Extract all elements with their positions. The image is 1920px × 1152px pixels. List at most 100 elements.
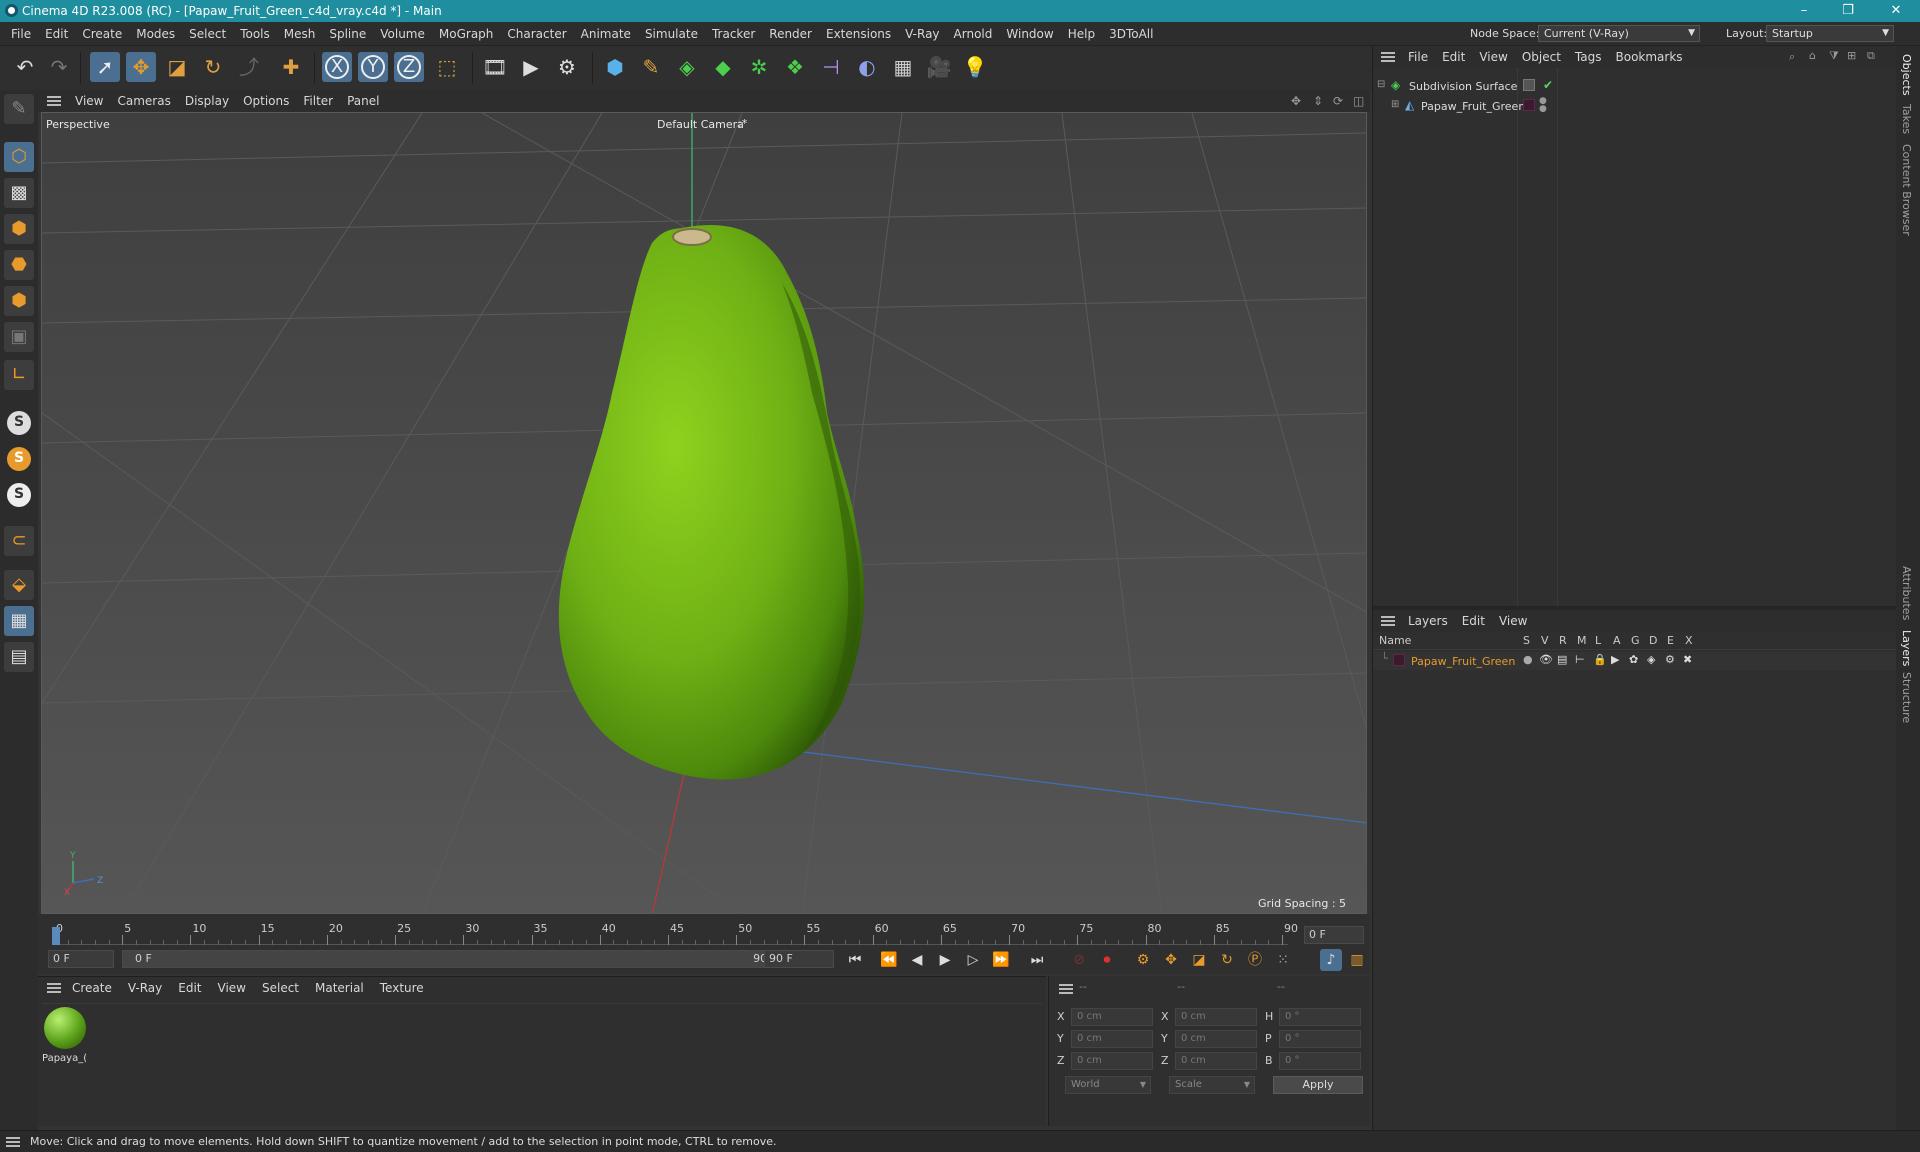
magnet-icon[interactable]: ⊂: [4, 526, 34, 556]
tab-structure[interactable]: Structure: [1900, 672, 1913, 723]
hamburger-icon[interactable]: [1381, 52, 1395, 62]
viewport-camera-name[interactable]: Default Camera: [657, 118, 744, 131]
add-icon[interactable]: ✚: [276, 52, 306, 82]
viewport-menu-filter[interactable]: Filter: [296, 90, 340, 112]
material-menu-edit[interactable]: Edit: [170, 977, 209, 999]
menu-arnold[interactable]: Arnold: [947, 22, 1000, 46]
menu-file[interactable]: File: [4, 22, 38, 46]
tree-icon[interactable]: ⊞: [1847, 49, 1856, 62]
edges-mode-icon[interactable]: ⬣: [4, 250, 34, 280]
layers-menu-view[interactable]: View: [1492, 610, 1534, 632]
redo-icon[interactable]: ↷: [44, 52, 74, 82]
lock-icon[interactable]: 🔒: [1593, 653, 1607, 666]
menu-render[interactable]: Render: [762, 22, 819, 46]
filter-icon[interactable]: ⧩: [1829, 49, 1839, 63]
floor-icon[interactable]: ▦: [888, 52, 918, 82]
tab-attributes[interactable]: Attributes: [1900, 566, 1913, 620]
node-space-select[interactable]: Current (V-Ray) ▼: [1538, 25, 1700, 42]
cloner-icon[interactable]: ✲: [744, 52, 774, 82]
viewport-menu-view[interactable]: View: [68, 90, 110, 112]
minimize-button[interactable]: –: [1790, 2, 1818, 20]
light-icon[interactable]: 💡: [960, 52, 990, 82]
next-frame-icon[interactable]: ▷: [962, 949, 984, 971]
menu-tools[interactable]: Tools: [233, 22, 277, 46]
render-clapper-icon[interactable]: ▤: [1557, 653, 1567, 666]
locked-workplane-icon[interactable]: ▤: [4, 642, 34, 672]
start-frame-field[interactable]: 0 F: [48, 950, 114, 968]
play-icon[interactable]: ▶: [934, 949, 956, 971]
layer-row[interactable]: └ Papaw_Fruit_Green ● 👁 ▤ ⊢ 🔒 ▶ ✿ ◈ ⚙ ✖: [1373, 652, 1897, 670]
render-view-icon[interactable]: ▶: [516, 52, 546, 82]
tree-item-subdivision-surface[interactable]: ⊟ ◈ Subdivision Surface ✔: [1377, 78, 1891, 96]
array-icon[interactable]: ❖: [780, 52, 810, 82]
render-settings-icon[interactable]: ⚙: [552, 52, 582, 82]
animation-play-icon[interactable]: ▶: [1611, 653, 1619, 666]
menu-spline[interactable]: Spline: [322, 22, 373, 46]
tab-content-browser[interactable]: Content Browser: [1900, 144, 1913, 236]
layer-name[interactable]: Papaw_Fruit_Green: [1411, 655, 1515, 668]
prev-key-icon[interactable]: ⏪: [878, 949, 900, 971]
size-y-field[interactable]: 0 cm: [1175, 1030, 1257, 1048]
viewport-menu-display[interactable]: Display: [178, 90, 236, 112]
layer-color-swatch[interactable]: [1523, 79, 1535, 91]
search-icon[interactable]: ⌕: [1789, 50, 1795, 64]
timeline-track[interactable]: 051015202530354045505560657075808590: [52, 922, 1298, 945]
texture-mode-icon[interactable]: ▩: [4, 178, 34, 208]
expression-icon[interactable]: ⚙: [1665, 653, 1675, 666]
rotate-view-icon[interactable]: ⟳: [1333, 94, 1343, 108]
key-param-icon[interactable]: Ⓟ: [1244, 949, 1266, 971]
objects-menu-view[interactable]: View: [1472, 46, 1514, 68]
pen-icon[interactable]: ✎: [636, 52, 666, 82]
model-mode-icon[interactable]: ⬡: [4, 142, 34, 172]
objects-menu-edit[interactable]: Edit: [1435, 46, 1472, 68]
coord-space-select[interactable]: World ▼: [1065, 1076, 1151, 1094]
camera-icon[interactable]: 🎥: [924, 52, 954, 82]
menu-select[interactable]: Select: [182, 22, 233, 46]
z-axis-icon[interactable]: Z: [394, 52, 424, 82]
timeline-window-icon[interactable]: ▥: [1346, 949, 1368, 971]
snap-3d-icon[interactable]: S: [4, 478, 34, 508]
new-window-icon[interactable]: ⧉: [1867, 49, 1875, 63]
enabled-check-icon[interactable]: ✔: [1543, 78, 1553, 92]
pos-x-field[interactable]: 0 cm: [1071, 1008, 1153, 1026]
pan-view-icon[interactable]: ✥: [1291, 94, 1301, 108]
3d-viewport[interactable]: Perspective Default Camera :* Grid Spaci…: [41, 112, 1367, 914]
hamburger-icon[interactable]: [6, 1137, 20, 1147]
layers-menu-layers[interactable]: Layers: [1401, 610, 1455, 632]
workplane-icon[interactable]: ⬙: [4, 570, 34, 600]
deformer-icon[interactable]: ◈: [1647, 653, 1655, 666]
record-icon[interactable]: ⊘: [1068, 949, 1090, 971]
home-icon[interactable]: ⌂: [1809, 49, 1816, 62]
prev-frame-icon[interactable]: ◀: [906, 949, 928, 971]
uv-mode-icon[interactable]: ▣: [4, 322, 34, 352]
goto-end-icon[interactable]: ⏭: [1026, 949, 1048, 971]
menu-create[interactable]: Create: [75, 22, 129, 46]
interpolation-icon[interactable]: ♪: [1320, 949, 1342, 971]
tab-layers[interactable]: Layers: [1900, 630, 1913, 666]
objects-menu-bookmarks[interactable]: Bookmarks: [1609, 46, 1690, 68]
material-menu-material[interactable]: Material: [307, 977, 372, 999]
menu-mesh[interactable]: Mesh: [277, 22, 323, 46]
render-region-icon[interactable]: 🎞: [480, 52, 510, 82]
objects-menu-tags[interactable]: Tags: [1568, 46, 1609, 68]
extrude-icon[interactable]: ◆: [708, 52, 738, 82]
menu-mograph[interactable]: MoGraph: [432, 22, 501, 46]
y-axis-icon[interactable]: Y: [358, 52, 388, 82]
menu-tracker[interactable]: Tracker: [705, 22, 762, 46]
tab-objects[interactable]: Objects: [1900, 54, 1913, 96]
pos-y-field[interactable]: 0 cm: [1071, 1030, 1153, 1048]
menu-simulate[interactable]: Simulate: [638, 22, 705, 46]
key-rotation-icon[interactable]: ↻: [1216, 949, 1238, 971]
key-pla-icon[interactable]: ⁙: [1272, 949, 1294, 971]
move-icon[interactable]: ✥: [126, 52, 156, 82]
rot-h-field[interactable]: 0 °: [1279, 1008, 1361, 1026]
snap-settings-icon[interactable]: S: [4, 442, 34, 472]
make-editable-icon[interactable]: ✎: [4, 94, 34, 124]
menu-edit[interactable]: Edit: [38, 22, 75, 46]
material-menu-create[interactable]: Create: [64, 977, 120, 999]
layers-menu-edit[interactable]: Edit: [1455, 610, 1492, 632]
key-scale-icon[interactable]: ◪: [1188, 949, 1210, 971]
goto-start-icon[interactable]: ⏮: [844, 949, 866, 971]
autokey-icon[interactable]: ⏺: [1096, 949, 1118, 971]
solo-icon[interactable]: ●: [1523, 653, 1533, 666]
